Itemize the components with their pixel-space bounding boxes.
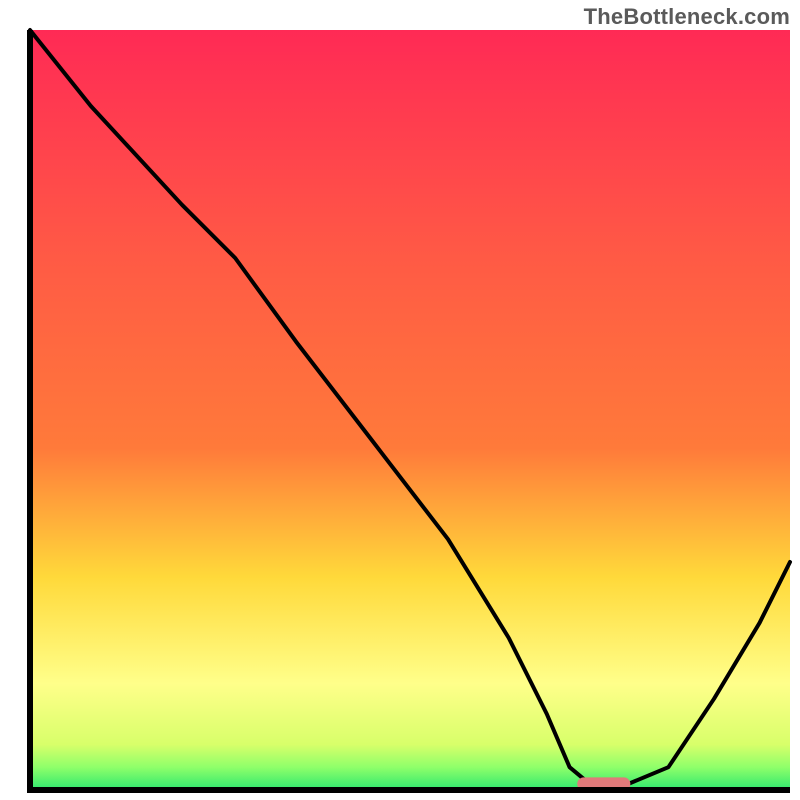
plot-background [30, 30, 790, 790]
watermark-text: TheBottleneck.com [584, 4, 790, 30]
chart-svg [0, 0, 800, 800]
chart-container: TheBottleneck.com [0, 0, 800, 800]
